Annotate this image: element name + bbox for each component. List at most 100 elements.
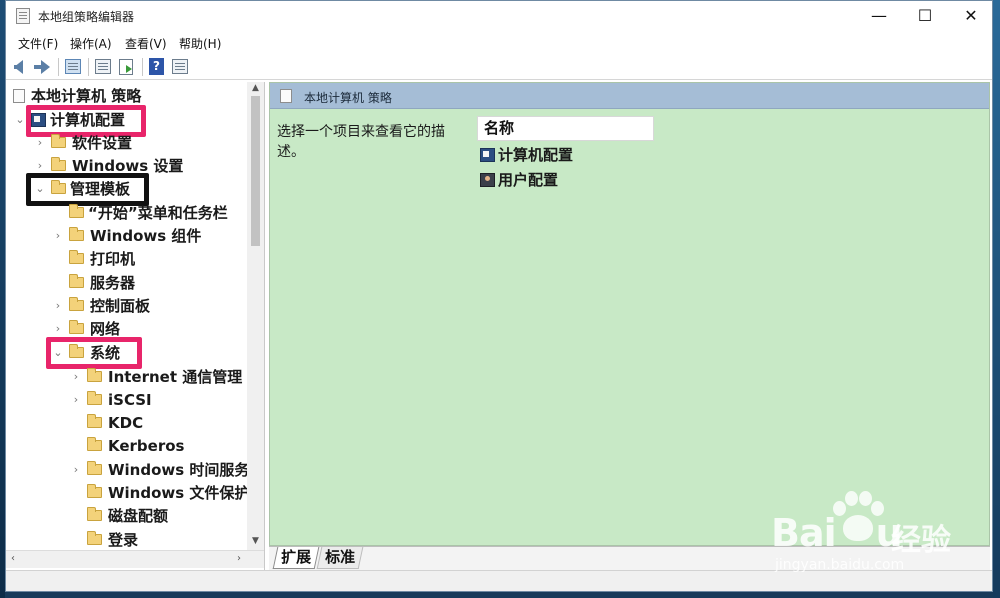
- folder-icon: [69, 250, 84, 264]
- tab-extended[interactable]: 扩展: [272, 547, 320, 569]
- chevron-right-icon[interactable]: ›: [70, 389, 82, 411]
- forward-arrow-icon[interactable]: [34, 58, 52, 76]
- computer-config-icon: [31, 113, 46, 127]
- tree-item-kdc[interactable]: KDC: [70, 412, 250, 434]
- menu-view[interactable]: 查看(V): [125, 35, 167, 52]
- tree-item-label: 登录: [108, 531, 139, 549]
- folder-icon: [87, 437, 102, 451]
- chevron-right-icon[interactable]: ›: [52, 295, 64, 317]
- tab-standard[interactable]: 标准: [316, 547, 364, 569]
- export-list-icon[interactable]: [118, 58, 136, 76]
- scroll-left-icon[interactable]: ‹: [11, 553, 15, 564]
- back-arrow-icon[interactable]: [12, 58, 30, 76]
- tree-item-file-protection[interactable]: Windows 文件保护: [70, 482, 250, 504]
- computer-config-icon: [480, 148, 495, 162]
- folder-icon: [69, 204, 84, 218]
- folder-icon: [87, 484, 102, 498]
- tree-item-computer-config[interactable]: ⌄ 计算机配置: [14, 109, 214, 131]
- menu-help[interactable]: 帮助(H): [179, 35, 221, 52]
- folder-icon: [87, 368, 102, 382]
- folder-icon: [69, 274, 84, 288]
- details-header-title: 本地计算机 策略: [304, 91, 392, 105]
- tree-item-label: 磁盘配额: [108, 507, 169, 525]
- folder-icon: [69, 344, 84, 358]
- list-item-user-config[interactable]: 用户配置: [480, 169, 600, 191]
- navigation-tree: 本地计算机 策略 ⌄ 计算机配置 › 软件设置 › Windows 设置 ⌄ 管…: [6, 82, 265, 570]
- chevron-down-icon[interactable]: ⌄: [14, 109, 26, 131]
- menu-bar: 文件(F) 操作(A) 查看(V) 帮助(H): [6, 33, 992, 53]
- tree-item-system[interactable]: ⌄ 系统: [52, 342, 252, 364]
- view-icon[interactable]: [171, 58, 189, 76]
- chevron-down-icon[interactable]: ⌄: [34, 178, 46, 200]
- folder-icon: [69, 320, 84, 334]
- folder-icon: [69, 227, 84, 241]
- tree-item-label: 控制面板: [90, 297, 151, 315]
- menu-file[interactable]: 文件(F): [18, 35, 58, 52]
- tree-item-label: Kerberos: [108, 437, 185, 455]
- tree-item-label: Windows 文件保护: [108, 484, 250, 502]
- tree-item-admin-templates[interactable]: ⌄ 管理模板: [34, 178, 244, 200]
- toolbar-separator: [142, 58, 143, 76]
- folder-icon: [51, 180, 66, 194]
- chevron-right-icon[interactable]: ›: [70, 366, 82, 388]
- folder-icon: [87, 414, 102, 428]
- tree-item-root[interactable]: 本地计算机 策略: [11, 85, 211, 107]
- watermark-brand: Bai u: [771, 511, 903, 555]
- scroll-right-icon[interactable]: ›: [237, 553, 241, 564]
- policy-document-icon: [280, 89, 292, 103]
- description-text: 选择一个项目来查看它的描述。: [277, 124, 445, 160]
- tree-horizontal-scrollbar[interactable]: ‹ ›: [6, 550, 264, 568]
- folder-icon: [87, 507, 102, 521]
- chevron-right-icon[interactable]: ›: [52, 225, 64, 247]
- properties-icon[interactable]: [94, 58, 112, 76]
- scroll-up-icon[interactable]: ▲: [250, 83, 261, 93]
- tree-item-start-menu[interactable]: “开始”菜单和任务栏: [52, 202, 262, 224]
- toolbar-separator: [58, 58, 59, 76]
- window-title: 本地组策略编辑器: [38, 10, 135, 24]
- column-header-name[interactable]: 名称: [477, 116, 654, 141]
- tree-item-label: Internet 通信管理: [108, 368, 243, 386]
- folder-icon: [51, 134, 66, 148]
- tree-item-software-settings[interactable]: › 软件设置: [34, 132, 244, 154]
- tree-item-iscsi[interactable]: › iSCSI: [70, 389, 250, 411]
- chevron-down-icon[interactable]: ⌄: [52, 342, 64, 364]
- tree-vertical-scrollbar[interactable]: ▲ ▼: [247, 82, 264, 550]
- watermark-brand-cn: 经验: [891, 523, 951, 558]
- help-icon[interactable]: ?: [148, 58, 166, 76]
- policy-document-icon: [13, 89, 25, 103]
- chevron-right-icon[interactable]: ›: [34, 132, 46, 154]
- tree-item-label: 系统: [90, 344, 121, 362]
- chevron-right-icon[interactable]: ›: [70, 459, 82, 481]
- tree-item-label: 服务器: [90, 274, 136, 292]
- scroll-down-icon[interactable]: ▼: [250, 536, 261, 546]
- user-config-icon: [480, 173, 495, 187]
- tree-item-label: Windows 组件: [90, 227, 202, 245]
- toolbar-separator: [88, 58, 89, 76]
- tree-item-time-service[interactable]: › Windows 时间服务: [70, 459, 250, 481]
- tree-item-kerberos[interactable]: Kerberos: [70, 435, 250, 457]
- toolbar: ?: [6, 54, 992, 80]
- tree-item-label: 本地计算机 策略: [31, 87, 142, 105]
- maximize-button[interactable]: ☐: [902, 1, 948, 31]
- folder-icon: [69, 297, 84, 311]
- folder-icon: [87, 391, 102, 405]
- list-item-label: 计算机配置: [498, 146, 574, 164]
- tree-item-internet-comm[interactable]: › Internet 通信管理: [70, 366, 264, 388]
- tree-item-servers[interactable]: 服务器: [52, 272, 252, 294]
- scroll-thumb[interactable]: [251, 96, 260, 246]
- details-header: 本地计算机 策略: [270, 83, 989, 109]
- list-item-computer-config[interactable]: 计算机配置: [480, 144, 600, 166]
- menu-action[interactable]: 操作(A): [70, 35, 112, 52]
- tree-item-windows-components[interactable]: › Windows 组件: [52, 225, 252, 247]
- tree-item-printers[interactable]: 打印机: [52, 248, 252, 270]
- close-button[interactable]: ✕: [948, 1, 992, 31]
- tree-item-disk-quota[interactable]: 磁盘配额: [70, 505, 250, 527]
- minimize-button[interactable]: —: [856, 1, 902, 31]
- folder-icon: [87, 461, 102, 475]
- title-bar: 本地组策略编辑器 — ☐ ✕: [6, 1, 992, 31]
- tree-item-logon[interactable]: 登录: [70, 529, 250, 551]
- show-hide-tree-icon[interactable]: [64, 58, 82, 76]
- tree-item-control-panel[interactable]: › 控制面板: [52, 295, 252, 317]
- tree-item-label: 管理模板: [70, 180, 131, 198]
- desktop-background-right: [993, 0, 1000, 598]
